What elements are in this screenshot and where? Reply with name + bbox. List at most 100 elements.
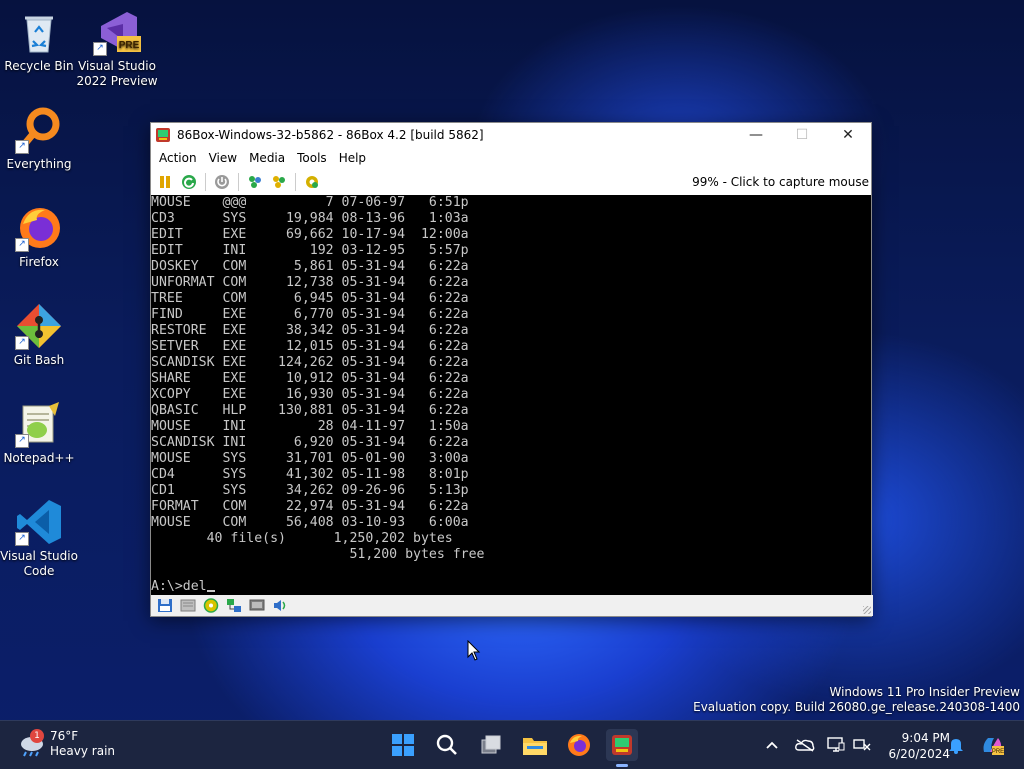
- taskbar: 1 76°F Heavy rain 9:04 PM 6/20/2024 PRE: [0, 720, 1024, 769]
- desktop-icon-label: Visual Studio 2022 Preview: [76, 59, 158, 88]
- everything-search-icon: ↗: [15, 106, 63, 154]
- chevron-up-icon[interactable]: [762, 735, 782, 755]
- firefox-icon: ↗: [15, 204, 63, 252]
- toolbar: 99% - Click to capture mouse: [151, 169, 871, 196]
- toolbar-separator: [205, 173, 206, 191]
- network-icon[interactable]: [852, 735, 872, 755]
- close-button[interactable]: ✕: [825, 123, 871, 147]
- desktop-icon-everything[interactable]: ↗ Everything: [0, 106, 81, 172]
- dos-line: XCOPY EXE 16,930 05-31-94 6:22a: [151, 387, 469, 402]
- start-icon[interactable]: [387, 729, 419, 761]
- reset-icon[interactable]: [180, 173, 198, 191]
- dos-line: FIND EXE 6,770 05-31-94 6:22a: [151, 307, 469, 322]
- desktop-icon-firefox[interactable]: ↗ Firefox: [0, 204, 81, 270]
- dos-line: SCANDISK EXE 124,262 05-31-94 6:22a: [151, 355, 469, 370]
- dos-line: CD1 SYS 34,262 09-26-96 5:13p: [151, 483, 469, 498]
- vscode-icon: ↗: [15, 498, 63, 546]
- toolbar-separator: [295, 173, 296, 191]
- windows-watermark: Windows 11 Pro Insider Preview Evaluatio…: [693, 685, 1020, 715]
- dos-line: FORMAT COM 22,974 05-31-94 6:22a: [151, 499, 469, 514]
- file-explorer-icon[interactable]: [519, 729, 551, 761]
- notepad-plus-plus-icon: ↗: [15, 400, 63, 448]
- dos-line: UNFORMAT COM 12,738 05-31-94 6:22a: [151, 275, 469, 290]
- dos-line: SCANDISK INI 6,920 05-31-94 6:22a: [151, 435, 469, 450]
- shortcut-arrow-icon: ↗: [15, 336, 29, 350]
- network-icon[interactable]: [225, 598, 242, 613]
- visual-studio-preview-icon: PRE ↗: [93, 8, 141, 56]
- resize-grip[interactable]: [863, 606, 871, 614]
- desktop-icon-label: Visual Studio Code: [0, 549, 78, 578]
- settings-icon[interactable]: [303, 173, 321, 191]
- desktop-icon-label: Everything: [6, 157, 72, 171]
- dos-line: SETVER EXE 12,015 05-31-94 6:22a: [151, 339, 469, 354]
- notification-bell-icon[interactable]: [946, 735, 966, 755]
- task-view-icon[interactable]: [475, 729, 507, 761]
- dos-line: RESTORE EXE 38,342 05-31-94 6:22a: [151, 323, 469, 338]
- 86box-window[interactable]: 86Box-Windows-32-b5862 - 86Box 4.2 [buil…: [150, 122, 873, 617]
- cdrom-icon[interactable]: [202, 598, 219, 613]
- sound-icon[interactable]: [271, 598, 288, 613]
- menu-tools[interactable]: Tools: [291, 151, 333, 165]
- dos-line: SHARE EXE 10,912 05-31-94 6:22a: [151, 371, 469, 386]
- desktop-icon-notepad-plus-plus[interactable]: ↗ Notepad++: [0, 400, 81, 466]
- clock-time: 9:04 PM: [901, 731, 950, 745]
- menu-media[interactable]: Media: [243, 151, 291, 165]
- power-icon[interactable]: [213, 173, 231, 191]
- desktop-icon-label: Notepad++: [3, 451, 75, 465]
- dos-line: DOSKEY COM 5,861 05-31-94 6:22a: [151, 259, 469, 274]
- firefox-icon[interactable]: [563, 729, 595, 761]
- shortcut-arrow-icon: ↗: [15, 238, 29, 252]
- menu-view[interactable]: View: [203, 151, 243, 165]
- capture-mouse-hint[interactable]: 99% - Click to capture mouse: [692, 175, 869, 189]
- title-bar[interactable]: 86Box-Windows-32-b5862 - 86Box 4.2 [buil…: [151, 123, 871, 147]
- weather-alert-badge: 1: [30, 729, 44, 743]
- text-cursor: [206, 590, 215, 592]
- desktop-icon-vscode[interactable]: ↗ Visual Studio Code: [0, 498, 81, 579]
- dos-line: MOUSE SYS 31,701 05-01-90 3:00a: [151, 451, 469, 466]
- toolbar-separator: [238, 173, 239, 191]
- desktop-icon-visual-studio[interactable]: PRE ↗ Visual Studio 2022 Preview: [75, 8, 159, 89]
- dos-line: 40 file(s) 1,250,202 bytes: [206, 531, 453, 546]
- dos-line: CD3 SYS 19,984 08-13-96 1:03a: [151, 211, 469, 226]
- dos-line: 51,200 bytes free: [349, 547, 485, 562]
- dos-listing: MOUSE @@@ 7 07-06-97 6:51p CD3 SYS 19,98…: [151, 195, 484, 562]
- shortcut-arrow-icon: ↗: [93, 42, 107, 56]
- dos-line: EDIT EXE 69,662 10-17-94 12:00a: [151, 227, 469, 242]
- weather-widget[interactable]: 1 76°F Heavy rain: [18, 729, 115, 759]
- 86box-taskbar-button[interactable]: [606, 729, 638, 767]
- weather-desc: Heavy rain: [50, 744, 116, 758]
- shortcut-arrow-icon: ↗: [15, 140, 29, 154]
- pause-icon[interactable]: [156, 173, 174, 191]
- watermark-edition: Windows 11 Pro Insider Preview: [829, 685, 1020, 699]
- display-icon[interactable]: [248, 598, 265, 613]
- recycle-bin-icon: [15, 8, 63, 56]
- ctrl-alt-esc-icon[interactable]: [270, 173, 288, 191]
- watermark-build: Evaluation copy. Build 26080.ge_release.…: [693, 700, 1020, 714]
- emulator-screen[interactable]: MOUSE @@@ 7 07-06-97 6:51p CD3 SYS 19,98…: [151, 195, 871, 595]
- minimize-button[interactable]: —: [733, 123, 779, 147]
- shortcut-arrow-icon: ↗: [15, 434, 29, 448]
- svg-text:PRE: PRE: [992, 749, 1004, 755]
- dos-line: QBASIC HLP 130,881 05-31-94 6:22a: [151, 403, 469, 418]
- search-icon[interactable]: [431, 729, 463, 761]
- menu-help[interactable]: Help: [333, 151, 372, 165]
- clock-date: 6/20/2024: [888, 747, 950, 761]
- dos-line: MOUSE COM 56,408 03-10-93 6:00a: [151, 515, 469, 530]
- onedrive-icon[interactable]: [795, 735, 815, 755]
- shortcut-arrow-icon: ↗: [15, 532, 29, 546]
- dos-output: MOUSE @@@ 7 07-06-97 6:51p CD3 SYS 19,98…: [151, 195, 484, 595]
- system-clock[interactable]: 9:04 PM 6/20/2024: [880, 730, 950, 762]
- hdd-icon[interactable]: [179, 598, 196, 613]
- desktop-icon-label: Firefox: [19, 255, 59, 269]
- ctrl-alt-del-icon[interactable]: [246, 173, 264, 191]
- maximize-button[interactable]: ☐: [779, 123, 825, 147]
- floppy-icon[interactable]: [156, 598, 173, 613]
- menu-action[interactable]: Action: [153, 151, 203, 165]
- desktop-icon-recycle-bin[interactable]: Recycle Bin: [0, 8, 81, 74]
- desktop-icon-label: Recycle Bin: [4, 59, 74, 73]
- git-bash-icon: ↗: [15, 302, 63, 350]
- copilot-icon[interactable]: PRE: [980, 735, 1004, 755]
- desktop-icon-git-bash[interactable]: ↗ Git Bash: [0, 302, 81, 368]
- display-icon[interactable]: [826, 735, 846, 755]
- dos-line: MOUSE INI 28 04-11-97 1:50a: [151, 419, 469, 434]
